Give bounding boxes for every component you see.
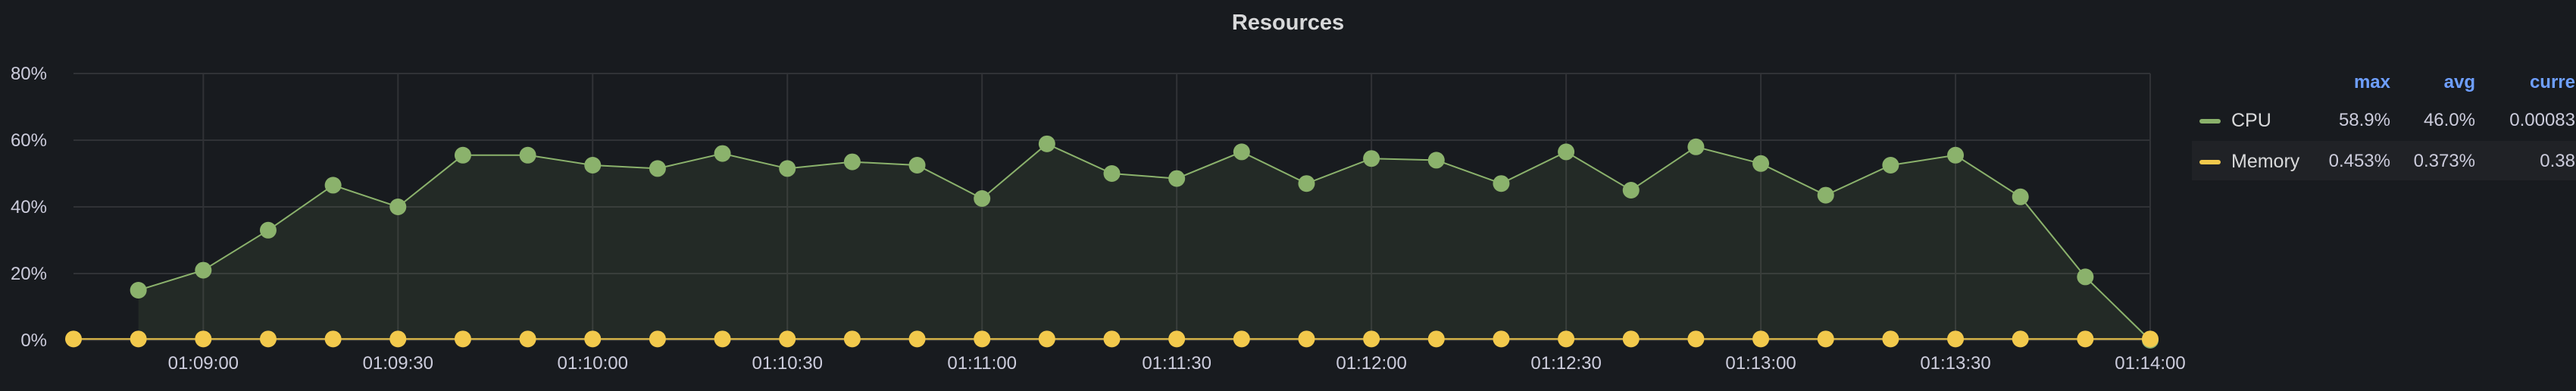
- cpu-point: [1817, 186, 1834, 204]
- legend-row-cpu[interactable]: CPU 58.9% 46.0% 0.00083: [2192, 100, 2576, 141]
- cpu-point: [714, 145, 731, 162]
- cpu-point: [519, 146, 536, 164]
- cpu-point: [1233, 143, 1250, 161]
- legend-current-value: 0.00083: [2509, 110, 2575, 130]
- memory-point: [1298, 330, 1315, 348]
- legend-header-max[interactable]: max: [2192, 70, 2390, 95]
- legend-header-current[interactable]: curre: [2475, 70, 2575, 95]
- cpu-point: [2012, 188, 2029, 205]
- memory-point: [1493, 330, 1510, 348]
- x-tick-label: 01:14:00: [2115, 353, 2185, 374]
- memory-point: [1752, 330, 1770, 348]
- memory-point: [454, 330, 471, 348]
- memory-point: [2077, 330, 2094, 348]
- cpu-point: [195, 261, 212, 279]
- cpu-point: [2077, 268, 2094, 286]
- legend-max-value: 58.9%: [2338, 110, 2390, 130]
- cpu-point: [1752, 155, 1770, 172]
- x-tick-label: 01:12:00: [1336, 353, 1406, 374]
- cpu-point: [649, 160, 666, 177]
- memory-point: [195, 330, 212, 348]
- memory-point: [1168, 330, 1186, 348]
- memory-point: [1233, 330, 1250, 348]
- memory-point: [259, 330, 277, 348]
- y-tick-label: 20%: [11, 264, 47, 284]
- cpu-point: [454, 146, 471, 164]
- memory-point: [843, 330, 861, 348]
- cpu-point: [130, 282, 147, 299]
- cpu-point: [974, 190, 991, 207]
- memory-point: [519, 330, 536, 348]
- x-tick-label: 01:11:00: [947, 353, 1017, 374]
- memory-point: [649, 330, 666, 348]
- y-tick-label: 60%: [11, 130, 47, 151]
- cpu-point: [584, 157, 602, 174]
- x-tick-label: 01:13:30: [1920, 353, 1990, 374]
- cpu-point: [1622, 182, 1640, 199]
- cpu-point: [1687, 138, 1705, 155]
- y-tick-label: 0%: [20, 330, 47, 351]
- memory-point: [65, 330, 82, 348]
- memory-point: [2142, 330, 2159, 348]
- memory-point: [974, 330, 991, 348]
- y-tick-label: 80%: [11, 64, 47, 84]
- memory-point: [908, 330, 926, 348]
- cpu-point: [1103, 165, 1121, 182]
- resources-panel: Resources 0% 20% 40% 60% 80% 01:09:00 01:09:30…: [0, 0, 2576, 391]
- cpu-point: [259, 221, 277, 239]
- memory-point: [1103, 330, 1121, 348]
- cpu-point: [1558, 143, 1575, 161]
- memory-point: [1427, 330, 1445, 348]
- memory-point: [2012, 330, 2029, 348]
- x-tick-label: 01:09:30: [363, 353, 433, 374]
- memory-point: [1687, 330, 1705, 348]
- x-tick-label: 01:10:30: [752, 353, 823, 374]
- cpu-point: [908, 157, 926, 174]
- legend-header-avg[interactable]: avg: [2390, 70, 2475, 95]
- cpu-point: [779, 160, 796, 177]
- cpu-point: [1493, 175, 1510, 192]
- cpu-point: [389, 199, 407, 215]
- memory-point: [1363, 330, 1380, 348]
- memory-point: [130, 330, 147, 348]
- cpu-point: [324, 177, 342, 194]
- cpu-point: [1363, 150, 1380, 167]
- legend-avg-value: 0.373%: [2413, 151, 2475, 171]
- cpu-point: [1427, 152, 1445, 169]
- legend-avg-value: 46.0%: [2423, 110, 2475, 130]
- resources-chart: 0% 20% 40% 60% 80% 01:09:00 01:09:30 01:10:00 01…: [11, 64, 2186, 374]
- legend-table: max avg curre CPU 58.9% 46.0% 0.00083 Memory…: [2192, 67, 2576, 180]
- cpu-point: [1038, 135, 1055, 152]
- cpu-point: [1298, 175, 1315, 192]
- legend-row-memory[interactable]: Memory 0.453% 0.373% 0.38: [2192, 141, 2576, 180]
- legend-current-value: 0.38: [2540, 151, 2575, 171]
- memory-point: [779, 330, 796, 348]
- memory-point: [1947, 330, 1965, 348]
- x-tick-label: 01:11:30: [1142, 353, 1211, 374]
- cpu-point: [1168, 170, 1186, 187]
- cpu-point: [843, 153, 861, 170]
- memory-point: [1882, 330, 1899, 348]
- legend-header: max avg curre: [2192, 70, 2576, 95]
- memory-point: [324, 330, 342, 348]
- memory-point: [1558, 330, 1575, 348]
- x-tick-label: 01:13:00: [1725, 353, 1796, 374]
- memory-point: [389, 330, 407, 348]
- memory-point: [714, 330, 731, 348]
- legend-max-value: 0.453%: [2328, 151, 2390, 171]
- cpu-point: [1947, 146, 1965, 164]
- y-tick-label: 40%: [11, 197, 47, 217]
- memory-point: [584, 330, 602, 348]
- memory-point: [1622, 330, 1640, 348]
- cpu-point: [1882, 157, 1899, 174]
- x-tick-label: 01:10:00: [558, 353, 628, 374]
- x-tick-label: 01:09:00: [168, 353, 239, 374]
- x-tick-label: 01:12:30: [1530, 353, 1601, 374]
- memory-point: [1817, 330, 1834, 348]
- memory-point: [1038, 330, 1055, 348]
